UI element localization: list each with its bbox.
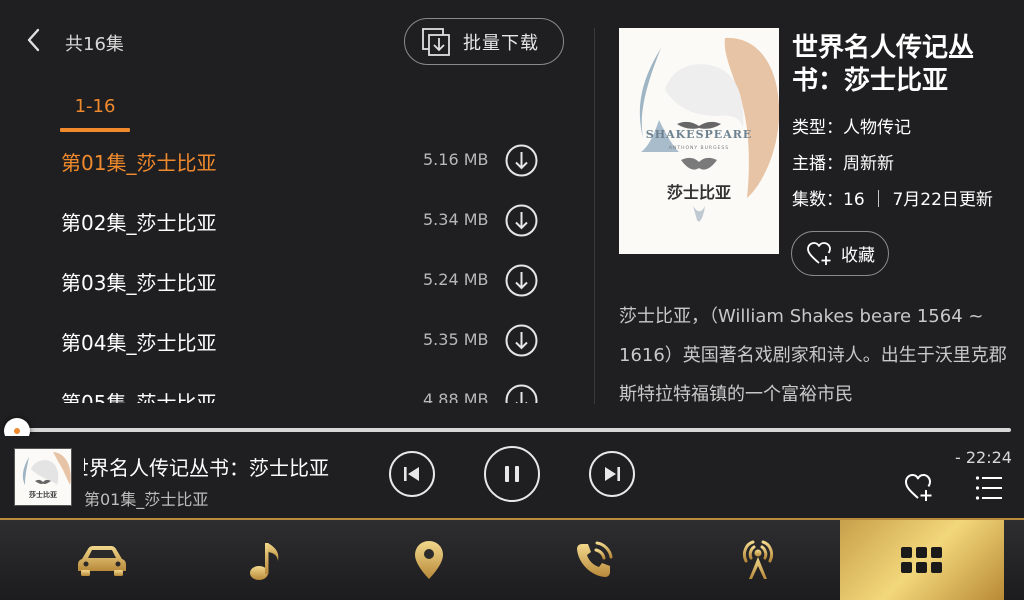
tab-range-label: 1-16: [74, 96, 116, 117]
panel-divider: [594, 28, 595, 404]
episode-row[interactable]: 第05集_莎士比亚 4.88 MB: [0, 370, 570, 403]
content-area: 共16集 批量下载 1-16 第01集_莎士比亚 5.16 MB 第02集_莎士…: [0, 0, 1024, 410]
previous-button[interactable]: [389, 451, 435, 497]
now-playing-episode: 第01集_莎士比亚: [84, 490, 209, 509]
episode-title: 第01集_莎士比亚: [61, 151, 217, 175]
player-bar: 莎士比亚 世界名人传记丛书：莎士比亚 第01集_莎士比亚 - 22:24: [0, 436, 1024, 518]
shakespeare-portrait-illustration: SHAKESPEARE ANTHONY BURGESS 莎士比亚: [619, 28, 779, 254]
bottom-dock: [0, 518, 1024, 600]
favorite-label: 收藏: [841, 246, 875, 266]
book-description: 莎士比亚，（William Shakes beare 1564 ~ 1616）英…: [619, 306, 1007, 405]
progress-thumb-dot: [14, 428, 20, 434]
book-type: 类型：人物传记: [792, 118, 911, 138]
episode-title: 第04集_莎士比亚: [61, 331, 217, 355]
music-note-icon: [250, 543, 279, 580]
mini-cover-illustration: 莎士比亚: [15, 449, 71, 505]
mini-cover-cn-title: 莎士比亚: [29, 490, 57, 499]
heart-plus-icon[interactable]: [903, 472, 935, 504]
download-icon[interactable]: [505, 264, 538, 297]
chevron-left-icon: [27, 28, 40, 52]
progress-track[interactable]: [16, 428, 1011, 432]
location-pin-icon: [415, 541, 443, 579]
batch-download-button[interactable]: 批量下载: [404, 18, 564, 65]
dock-item-music[interactable]: [184, 520, 348, 600]
episode-row[interactable]: 第02集_莎士比亚 5.34 MB: [0, 190, 570, 250]
skip-previous-icon: [404, 467, 419, 481]
cover-cn-title: 莎士比亚: [667, 183, 731, 202]
download-icon[interactable]: [505, 384, 538, 403]
download-icon[interactable]: [505, 324, 538, 357]
episode-title: 第02集_莎士比亚: [61, 211, 217, 235]
mini-cover[interactable]: 莎士比亚: [14, 448, 72, 506]
episode-row[interactable]: 第04集_莎士比亚 5.35 MB: [0, 310, 570, 370]
next-button[interactable]: [589, 451, 635, 497]
episode-size: 5.35 MB: [423, 330, 489, 349]
batch-download-label: 批量下载: [463, 32, 539, 54]
book-title: 世界名人传记丛书：莎士比亚: [792, 33, 975, 96]
episode-title: 第05集_莎士比亚: [61, 391, 217, 403]
dock-item-navigation[interactable]: [347, 520, 511, 600]
dock-item-phone[interactable]: [512, 520, 676, 600]
episode-total: 共16集: [65, 34, 124, 55]
book-episode-count: 集数：16 ｜ 7月22日更新: [792, 190, 993, 210]
pause-icon: [505, 466, 519, 482]
cover-author: ANTHONY BURGESS: [669, 145, 729, 151]
tab-range-1-16[interactable]: 1-16: [60, 92, 130, 132]
radio-antenna-icon: [742, 540, 774, 579]
episode-row[interactable]: 第03集_莎士比亚 5.24 MB: [0, 250, 570, 310]
book-cover: SHAKESPEARE ANTHONY BURGESS 莎士比亚: [619, 28, 779, 254]
now-playing-title: 世界名人传记丛书：莎士比亚: [84, 456, 329, 480]
episode-title: 第03集_莎士比亚: [61, 271, 217, 295]
dock-item-radio[interactable]: [676, 520, 840, 600]
dock-item-car[interactable]: [20, 520, 184, 600]
book-host: 主播：周新新: [792, 154, 894, 174]
skip-next-icon: [605, 467, 620, 481]
heart-plus-icon: [807, 241, 831, 265]
apps-grid-icon: [901, 547, 942, 573]
download-icon[interactable]: [505, 144, 538, 177]
pause-button[interactable]: [484, 446, 540, 502]
dock-item-apps[interactable]: [840, 520, 1004, 600]
phone-icon: [577, 541, 613, 577]
episode-list[interactable]: 第01集_莎士比亚 5.16 MB 第02集_莎士比亚 5.34 MB 第03集…: [0, 130, 570, 403]
cover-title: SHAKESPEARE: [646, 128, 752, 141]
episode-size: 5.16 MB: [423, 150, 489, 169]
car-icon: [78, 546, 126, 576]
favorite-button[interactable]: 收藏: [791, 231, 889, 276]
episode-size: 4.88 MB: [423, 390, 489, 403]
episode-size: 5.24 MB: [423, 270, 489, 289]
back-button[interactable]: [18, 24, 50, 56]
episode-row[interactable]: 第01集_莎士比亚 5.16 MB: [0, 130, 570, 190]
time-remaining: - 22:24: [955, 448, 1012, 467]
episode-size: 5.34 MB: [423, 210, 489, 229]
batch-download-icon: [422, 27, 450, 56]
playlist-icon[interactable]: [974, 472, 1006, 504]
download-icon[interactable]: [505, 204, 538, 237]
